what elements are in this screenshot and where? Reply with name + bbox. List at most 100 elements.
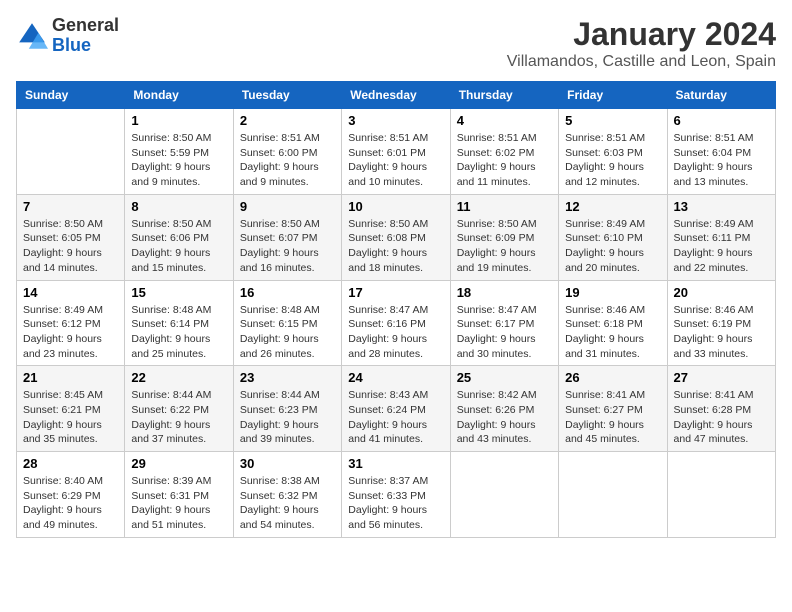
week-row-3: 14 Sunrise: 8:49 AMSunset: 6:12 PMDayligh… bbox=[17, 280, 776, 366]
calendar-cell: 25 Sunrise: 8:42 AMSunset: 6:26 PMDayligh… bbox=[450, 366, 558, 452]
day-info: Sunrise: 8:49 AMSunset: 6:11 PMDaylight:… bbox=[674, 217, 769, 276]
week-row-2: 7 Sunrise: 8:50 AMSunset: 6:05 PMDaylight… bbox=[17, 194, 776, 280]
logo-blue-text: Blue bbox=[52, 36, 119, 56]
calendar-cell: 14 Sunrise: 8:49 AMSunset: 6:12 PMDayligh… bbox=[17, 280, 125, 366]
day-number: 14 bbox=[23, 285, 118, 300]
week-row-5: 28 Sunrise: 8:40 AMSunset: 6:29 PMDayligh… bbox=[17, 452, 776, 538]
calendar-cell: 9 Sunrise: 8:50 AMSunset: 6:07 PMDaylight… bbox=[233, 194, 341, 280]
logo-general-text: General bbox=[52, 16, 119, 36]
day-number: 17 bbox=[348, 285, 443, 300]
day-info: Sunrise: 8:50 AMSunset: 6:07 PMDaylight:… bbox=[240, 217, 335, 276]
day-number: 31 bbox=[348, 456, 443, 471]
day-info: Sunrise: 8:46 AMSunset: 6:18 PMDaylight:… bbox=[565, 303, 660, 362]
calendar-cell: 21Sunrise: 8:45 AMSunset: 6:21 PMDayligh… bbox=[17, 366, 125, 452]
calendar-cell: 16 Sunrise: 8:48 AMSunset: 6:15 PMDayligh… bbox=[233, 280, 341, 366]
day-header-saturday: Saturday bbox=[667, 82, 775, 109]
day-number: 7 bbox=[23, 199, 118, 214]
day-number: 4 bbox=[457, 113, 552, 128]
calendar-cell: 19 Sunrise: 8:46 AMSunset: 6:18 PMDayligh… bbox=[559, 280, 667, 366]
day-number: 2 bbox=[240, 113, 335, 128]
day-info: Sunrise: 8:51 AMSunset: 6:02 PMDaylight:… bbox=[457, 131, 552, 190]
day-info: Sunrise: 8:50 AMSunset: 6:09 PMDaylight:… bbox=[457, 217, 552, 276]
day-header-monday: Monday bbox=[125, 82, 233, 109]
calendar-cell: 27 Sunrise: 8:41 AMSunset: 6:28 PMDayligh… bbox=[667, 366, 775, 452]
day-info: Sunrise: 8:48 AMSunset: 6:14 PMDaylight:… bbox=[131, 303, 226, 362]
day-number: 5 bbox=[565, 113, 660, 128]
calendar-cell: 22 Sunrise: 8:44 AMSunset: 6:22 PMDayligh… bbox=[125, 366, 233, 452]
calendar-cell: 28 Sunrise: 8:40 AMSunset: 6:29 PMDayligh… bbox=[17, 452, 125, 538]
calendar-cell bbox=[559, 452, 667, 538]
day-info: Sunrise: 8:50 AMSunset: 6:06 PMDaylight:… bbox=[131, 217, 226, 276]
calendar-table: SundayMondayTuesdayWednesdayThursdayFrid… bbox=[16, 81, 776, 538]
calendar-cell: 17Sunrise: 8:47 AMSunset: 6:16 PMDayligh… bbox=[342, 280, 450, 366]
calendar-cell: 13 Sunrise: 8:49 AMSunset: 6:11 PMDayligh… bbox=[667, 194, 775, 280]
day-number: 9 bbox=[240, 199, 335, 214]
day-info: Sunrise: 8:38 AMSunset: 6:32 PMDaylight:… bbox=[240, 474, 335, 533]
calendar-cell bbox=[450, 452, 558, 538]
calendar-cell: 2Sunrise: 8:51 AMSunset: 6:00 PMDaylight… bbox=[233, 109, 341, 195]
day-number: 28 bbox=[23, 456, 118, 471]
day-number: 11 bbox=[457, 199, 552, 214]
calendar-cell: 5 Sunrise: 8:51 AMSunset: 6:03 PMDaylight… bbox=[559, 109, 667, 195]
calendar-cell: 6Sunrise: 8:51 AMSunset: 6:04 PMDaylight… bbox=[667, 109, 775, 195]
day-info: Sunrise: 8:47 AMSunset: 6:17 PMDaylight:… bbox=[457, 303, 552, 362]
day-info: Sunrise: 8:51 AMSunset: 6:04 PMDaylight:… bbox=[674, 131, 769, 190]
day-info: Sunrise: 8:50 AMSunset: 6:05 PMDaylight:… bbox=[23, 217, 118, 276]
day-info: Sunrise: 8:41 AMSunset: 6:27 PMDaylight:… bbox=[565, 388, 660, 447]
calendar-cell: 26Sunrise: 8:41 AMSunset: 6:27 PMDayligh… bbox=[559, 366, 667, 452]
day-number: 24 bbox=[348, 370, 443, 385]
calendar-cell: 1 Sunrise: 8:50 AMSunset: 5:59 PMDaylight… bbox=[125, 109, 233, 195]
day-number: 8 bbox=[131, 199, 226, 214]
day-info: Sunrise: 8:51 AMSunset: 6:01 PMDaylight:… bbox=[348, 131, 443, 190]
calendar-cell: 23Sunrise: 8:44 AMSunset: 6:23 PMDayligh… bbox=[233, 366, 341, 452]
calendar-cell: 15Sunrise: 8:48 AMSunset: 6:14 PMDayligh… bbox=[125, 280, 233, 366]
week-row-4: 21Sunrise: 8:45 AMSunset: 6:21 PMDayligh… bbox=[17, 366, 776, 452]
calendar-cell bbox=[667, 452, 775, 538]
day-number: 30 bbox=[240, 456, 335, 471]
day-number: 3 bbox=[348, 113, 443, 128]
calendar-cell bbox=[17, 109, 125, 195]
day-info: Sunrise: 8:50 AMSunset: 5:59 PMDaylight:… bbox=[131, 131, 226, 190]
day-info: Sunrise: 8:49 AMSunset: 6:12 PMDaylight:… bbox=[23, 303, 118, 362]
calendar-cell: 20Sunrise: 8:46 AMSunset: 6:19 PMDayligh… bbox=[667, 280, 775, 366]
calendar-cell: 18 Sunrise: 8:47 AMSunset: 6:17 PMDayligh… bbox=[450, 280, 558, 366]
calendar-cell: 10 Sunrise: 8:50 AMSunset: 6:08 PMDayligh… bbox=[342, 194, 450, 280]
day-number: 16 bbox=[240, 285, 335, 300]
calendar-cell: 12 Sunrise: 8:49 AMSunset: 6:10 PMDayligh… bbox=[559, 194, 667, 280]
title-block: January 2024 Villamandos, Castille and L… bbox=[507, 16, 776, 71]
calendar-cell: 24Sunrise: 8:43 AMSunset: 6:24 PMDayligh… bbox=[342, 366, 450, 452]
page-header: General Blue January 2024 Villamandos, C… bbox=[16, 16, 776, 71]
day-info: Sunrise: 8:37 AMSunset: 6:33 PMDaylight:… bbox=[348, 474, 443, 533]
day-info: Sunrise: 8:48 AMSunset: 6:15 PMDaylight:… bbox=[240, 303, 335, 362]
day-info: Sunrise: 8:51 AMSunset: 6:03 PMDaylight:… bbox=[565, 131, 660, 190]
day-header-friday: Friday bbox=[559, 82, 667, 109]
calendar-cell: 30 Sunrise: 8:38 AMSunset: 6:32 PMDayligh… bbox=[233, 452, 341, 538]
day-number: 10 bbox=[348, 199, 443, 214]
day-info: Sunrise: 8:40 AMSunset: 6:29 PMDaylight:… bbox=[23, 474, 118, 533]
calendar-cell: 8 Sunrise: 8:50 AMSunset: 6:06 PMDaylight… bbox=[125, 194, 233, 280]
day-number: 13 bbox=[674, 199, 769, 214]
logo-icon bbox=[16, 20, 48, 52]
day-number: 25 bbox=[457, 370, 552, 385]
day-info: Sunrise: 8:42 AMSunset: 6:26 PMDaylight:… bbox=[457, 388, 552, 447]
day-number: 1 bbox=[131, 113, 226, 128]
day-number: 18 bbox=[457, 285, 552, 300]
day-info: Sunrise: 8:44 AMSunset: 6:22 PMDaylight:… bbox=[131, 388, 226, 447]
day-number: 23 bbox=[240, 370, 335, 385]
calendar-cell: 4 Sunrise: 8:51 AMSunset: 6:02 PMDaylight… bbox=[450, 109, 558, 195]
day-header-thursday: Thursday bbox=[450, 82, 558, 109]
calendar-cell: 31 Sunrise: 8:37 AMSunset: 6:33 PMDayligh… bbox=[342, 452, 450, 538]
header-row: SundayMondayTuesdayWednesdayThursdayFrid… bbox=[17, 82, 776, 109]
day-info: Sunrise: 8:41 AMSunset: 6:28 PMDaylight:… bbox=[674, 388, 769, 447]
week-row-1: 1 Sunrise: 8:50 AMSunset: 5:59 PMDaylight… bbox=[17, 109, 776, 195]
day-info: Sunrise: 8:49 AMSunset: 6:10 PMDaylight:… bbox=[565, 217, 660, 276]
day-info: Sunrise: 8:39 AMSunset: 6:31 PMDaylight:… bbox=[131, 474, 226, 533]
location: Villamandos, Castille and Leon, Spain bbox=[507, 53, 776, 71]
day-number: 22 bbox=[131, 370, 226, 385]
month-title: January 2024 bbox=[507, 16, 776, 53]
day-number: 29 bbox=[131, 456, 226, 471]
day-number: 12 bbox=[565, 199, 660, 214]
day-number: 19 bbox=[565, 285, 660, 300]
day-info: Sunrise: 8:50 AMSunset: 6:08 PMDaylight:… bbox=[348, 217, 443, 276]
day-number: 27 bbox=[674, 370, 769, 385]
